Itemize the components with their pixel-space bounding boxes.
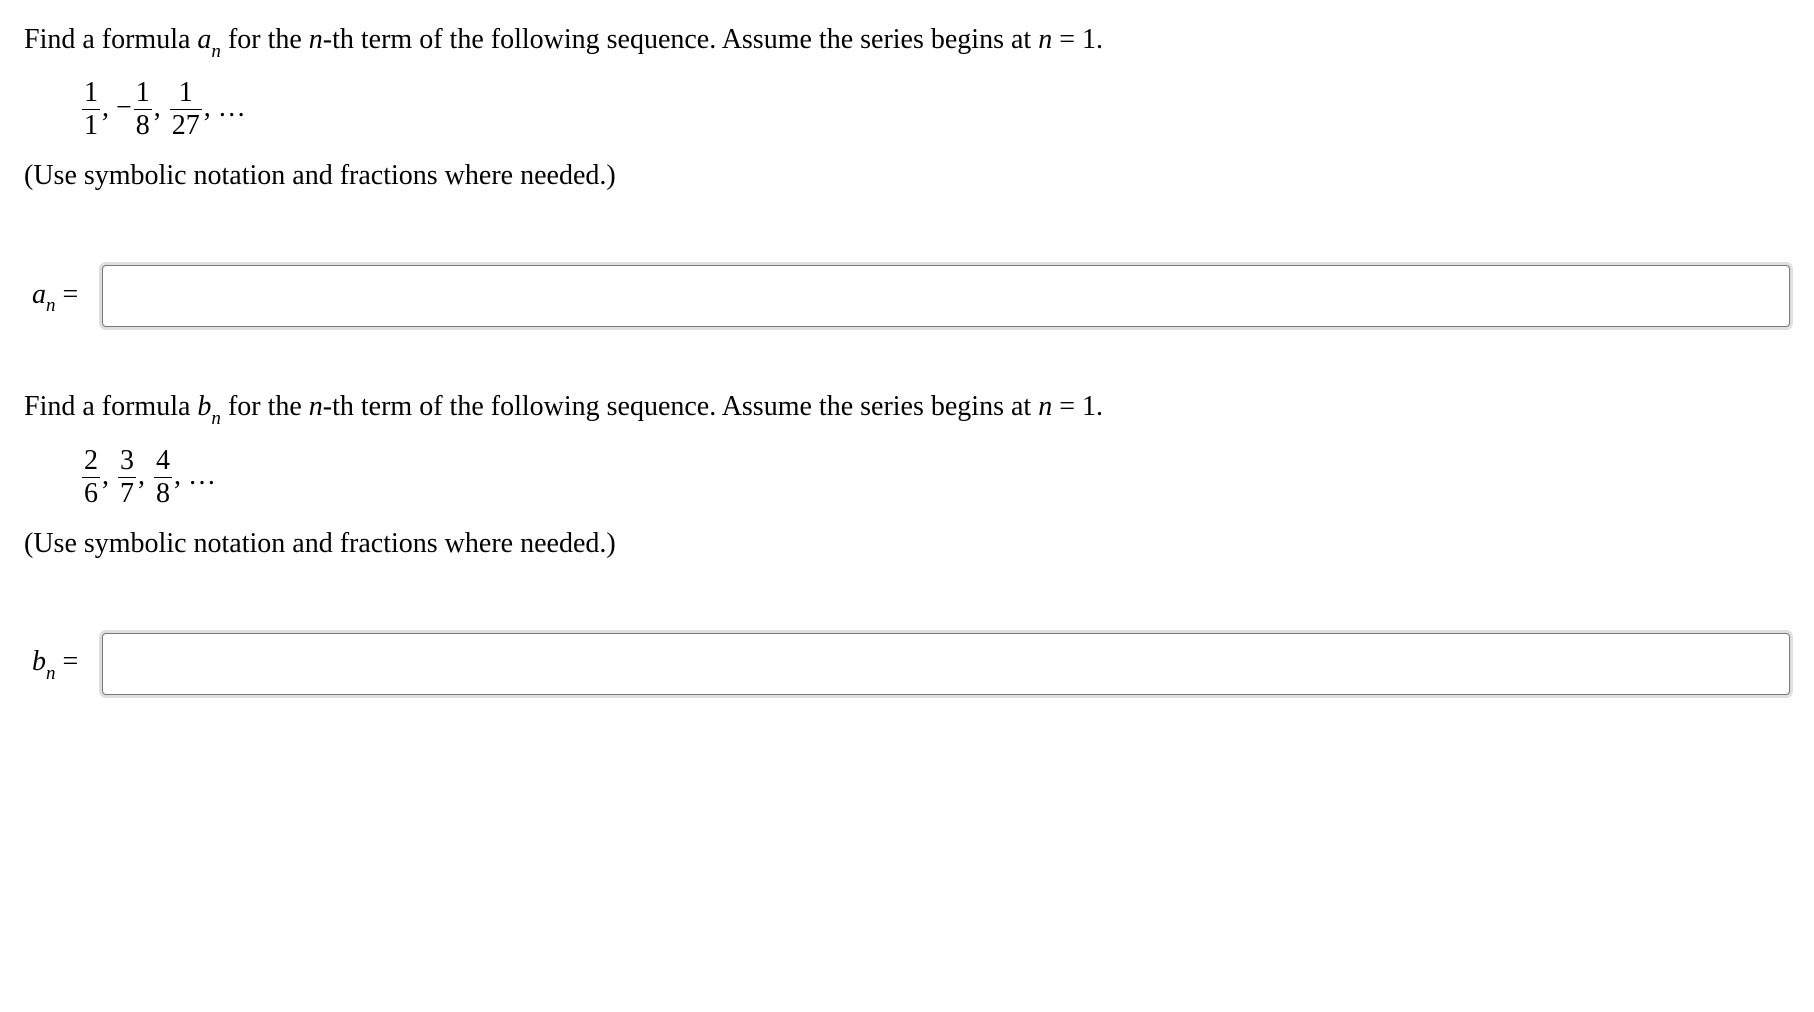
var-b-sub: n	[211, 408, 221, 429]
text: -th term of the following sequence. Assu…	[323, 391, 1038, 422]
n-italic: n	[309, 24, 323, 55]
denominator: 6	[82, 477, 100, 508]
q1-answer-input[interactable]	[102, 265, 1790, 327]
label-sub: n	[46, 295, 56, 316]
var-a: a	[197, 24, 211, 55]
fraction: 4 8	[154, 447, 172, 508]
q2-sequence: 2 6 , 3 7 , 4 8 , …	[80, 447, 1790, 508]
n-italic: n	[1038, 24, 1052, 55]
separator: ,	[102, 460, 116, 491]
separator: ,	[102, 92, 116, 123]
q2-answer-label: bn =	[32, 642, 78, 685]
label-var: b	[32, 646, 46, 677]
numerator: 3	[118, 447, 136, 477]
minus-sign: −	[116, 92, 132, 123]
n-italic: n	[1038, 391, 1052, 422]
denominator: 27	[170, 109, 202, 140]
separator: ,	[154, 92, 168, 123]
text: Find a formula	[24, 391, 197, 422]
ellipsis: , …	[204, 92, 246, 123]
label-sub: n	[46, 663, 56, 684]
q1-hint: (Use symbolic notation and fractions whe…	[24, 156, 1790, 195]
denominator: 8	[134, 109, 152, 140]
fraction: 1 27	[170, 79, 202, 140]
text: -th term of the following sequence. Assu…	[323, 24, 1038, 55]
q2-prompt: Find a formula bn for the n-th term of t…	[24, 387, 1790, 430]
text: = 1.	[1052, 391, 1103, 422]
n-italic: n	[309, 391, 323, 422]
ellipsis: , …	[174, 460, 216, 491]
separator: ,	[138, 460, 152, 491]
denominator: 1	[82, 109, 100, 140]
denominator: 7	[118, 477, 136, 508]
q1-sequence: 1 1 , − 1 8 , 1 27 , …	[80, 79, 1790, 140]
q2-answer-row: bn =	[24, 633, 1790, 695]
q1-answer-row: an =	[24, 265, 1790, 327]
text: for the	[221, 391, 309, 422]
text: = 1.	[1052, 24, 1103, 55]
label-eq: =	[56, 646, 79, 677]
q2-hint: (Use symbolic notation and fractions whe…	[24, 524, 1790, 563]
q2-answer-input[interactable]	[102, 633, 1790, 695]
numerator: 2	[82, 447, 100, 477]
q1-answer-label: an =	[32, 275, 78, 318]
numerator: 1	[170, 79, 202, 109]
denominator: 8	[154, 477, 172, 508]
label-eq: =	[56, 279, 79, 310]
fraction: 2 6	[82, 447, 100, 508]
text: Find a formula	[24, 24, 197, 55]
numerator: 1	[82, 79, 100, 109]
label-var: a	[32, 279, 46, 310]
fraction: 1 1	[82, 79, 100, 140]
numerator: 1	[134, 79, 152, 109]
var-b: b	[197, 391, 211, 422]
fraction: 3 7	[118, 447, 136, 508]
q1-prompt: Find a formula an for the n-th term of t…	[24, 20, 1790, 63]
var-a-sub: n	[211, 41, 221, 62]
fraction: 1 8	[134, 79, 152, 140]
numerator: 4	[154, 447, 172, 477]
text: for the	[221, 24, 309, 55]
